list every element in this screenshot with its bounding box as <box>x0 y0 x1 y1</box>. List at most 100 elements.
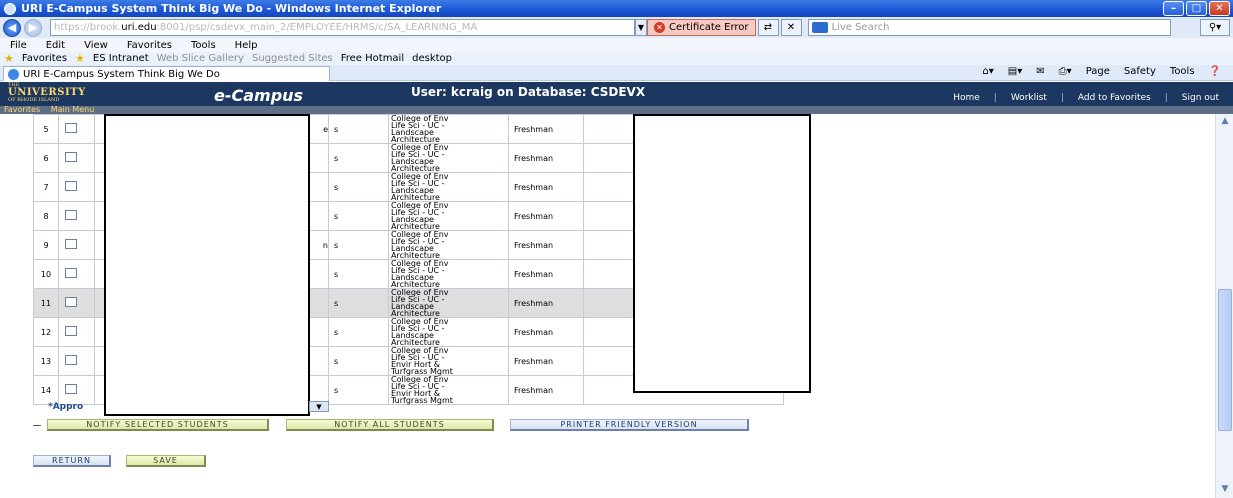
menu-edit[interactable]: Edit <box>46 40 65 51</box>
fav-free-hotmail[interactable]: Free Hotmail <box>341 53 404 64</box>
user-database-label: User: kcraig on Database: CSDEVX <box>411 85 646 99</box>
fav-suggested-sites[interactable]: Suggested Sites <box>252 53 333 64</box>
college-line: Architecture <box>391 280 440 289</box>
window-title-bar: URI E-Campus System Think Big We Do - Wi… <box>0 0 1233 17</box>
mail-icon[interactable]: ✉ <box>1036 66 1044 77</box>
printer-friendly-button[interactable]: PRINTER FRIENDLY VERSION <box>510 419 749 431</box>
academic-level: Freshman <box>508 259 584 289</box>
college-program: College of Env Life Sci - UC - Landscape Ar… <box>388 172 509 202</box>
cmd-page[interactable]: Page <box>1086 66 1110 77</box>
save-button[interactable]: SAVE <box>126 455 206 467</box>
row-checkbox <box>58 259 95 289</box>
fav-es-intranet[interactable]: ES Intranet <box>93 53 149 64</box>
student-status: s <box>328 114 389 144</box>
cmd-tools[interactable]: Tools <box>1170 66 1195 77</box>
student-status: s <box>328 375 389 405</box>
select-checkbox[interactable] <box>65 181 77 191</box>
select-checkbox[interactable] <box>65 268 77 278</box>
scroll-down-icon[interactable]: ▼ <box>1218 484 1232 496</box>
forward-button[interactable]: ▶ <box>24 18 42 37</box>
college-line: Turfgrass Mgmt <box>391 367 453 376</box>
url-domain: uri.edu <box>121 22 157 33</box>
link-sign-out[interactable]: Sign out <box>1182 93 1219 103</box>
url-prefix: https://brook. <box>54 22 122 33</box>
select-checkbox[interactable] <box>65 123 77 133</box>
tab-title: URI E-Campus System Think Big We Do <box>23 68 220 80</box>
certificate-error-button[interactable]: ✕ Certificate Error <box>647 19 756 36</box>
academic-level: Freshman <box>508 375 584 405</box>
row-number: 11 <box>33 288 59 318</box>
menu-view[interactable]: View <box>84 40 108 51</box>
row-checkbox <box>58 143 95 173</box>
help-icon[interactable]: ❓ <box>1209 66 1221 77</box>
link-add-favorites[interactable]: Add to Favorites <box>1078 93 1151 103</box>
academic-level: Freshman <box>508 288 584 318</box>
select-checkbox[interactable] <box>65 384 77 394</box>
scroll-thumb[interactable] <box>1218 289 1232 431</box>
menu-favorites[interactable]: Favorites <box>127 40 172 51</box>
window-controls: – □ ✕ <box>1163 1 1230 16</box>
select-checkbox[interactable] <box>65 239 77 249</box>
address-dropdown-icon[interactable]: ▼ <box>635 19 647 36</box>
select-checkbox[interactable] <box>65 210 77 220</box>
college-program: College of Env Life Sci - UC - Landscape Ar… <box>388 201 509 231</box>
row-number: 13 <box>33 346 59 376</box>
tab-ecampus[interactable]: URI E-Campus System Think Big We Do <box>3 66 330 81</box>
back-button[interactable]: ◀ <box>3 18 21 37</box>
vertical-scrollbar[interactable]: ▲ ▼ <box>1215 114 1233 498</box>
command-bar: ⌂▾ ▤▾ ✉ ⎙▾ Page Safety Tools ❓ <box>982 66 1221 77</box>
college-program: College of Env Life Sci - UC - Landscape Ar… <box>388 143 509 173</box>
row-number: 10 <box>33 259 59 289</box>
link-worklist[interactable]: Worklist <box>1011 93 1047 103</box>
select-checkbox[interactable] <box>65 297 77 307</box>
row-number: 14 <box>33 375 59 405</box>
link-home[interactable]: Home <box>953 93 980 103</box>
menu-bar: File Edit View Favorites Tools Help <box>0 38 1233 52</box>
approve-dropdown-icon[interactable]: ▼ <box>309 401 329 412</box>
menu-file[interactable]: File <box>10 40 27 51</box>
college-line: Architecture <box>391 222 440 231</box>
tab-row: URI E-Campus System Think Big We Do ⌂▾ ▤… <box>0 65 1233 81</box>
notify-selected-button[interactable]: NOTIFY SELECTED STUDENTS <box>47 419 269 431</box>
search-icon[interactable]: ⚲▾ <box>1200 19 1230 36</box>
cert-error-icon: ✕ <box>654 22 665 33</box>
menu-help[interactable]: Help <box>235 40 258 51</box>
refresh-icon[interactable]: ⇄ <box>757 19 779 36</box>
row-number: 9 <box>33 230 59 260</box>
college-line: Turfgrass Mgmt <box>391 396 453 405</box>
notify-all-button[interactable]: NOTIFY ALL STUDENTS <box>286 419 494 431</box>
add-favorite-icon[interactable]: ★ <box>75 52 85 65</box>
row-checkbox <box>58 375 95 405</box>
menu-tools[interactable]: Tools <box>191 40 216 51</box>
maximize-icon[interactable]: □ <box>1186 1 1207 16</box>
college-line: Architecture <box>391 338 440 347</box>
favorites-button[interactable]: Favorites <box>22 53 67 64</box>
select-checkbox[interactable] <box>65 152 77 162</box>
feeds-icon[interactable]: ▤▾ <box>1008 66 1022 77</box>
crumb-favorites[interactable]: Favorites <box>4 105 40 114</box>
crumb-main-menu[interactable]: Main Menu <box>51 105 95 114</box>
scroll-up-icon[interactable]: ▲ <box>1218 116 1232 128</box>
row-checkbox <box>58 114 95 144</box>
stop-icon[interactable]: ✕ <box>780 19 802 36</box>
fav-web-slice-gallery[interactable]: Web Slice Gallery <box>157 53 244 64</box>
ie-logo-icon <box>4 2 16 15</box>
print-icon[interactable]: ⎙▾ <box>1059 66 1072 77</box>
main-content: 5 e s College of Env Life Sci - UC - Landscap… <box>0 114 1215 498</box>
student-status: s <box>328 201 389 231</box>
live-search-input[interactable]: Live Search <box>807 19 1171 36</box>
return-button[interactable]: RETURN <box>33 455 111 467</box>
fav-desktop[interactable]: desktop <box>412 53 452 64</box>
select-checkbox[interactable] <box>65 355 77 365</box>
minimize-icon[interactable]: – <box>1163 1 1184 16</box>
row-number: 12 <box>33 317 59 347</box>
college-program: College of Env Life Sci - UC - Envir Hort … <box>388 346 509 376</box>
home-icon[interactable]: ⌂▾ <box>982 66 993 77</box>
academic-level: Freshman <box>508 172 584 202</box>
cert-error-label: Certificate Error <box>669 22 749 33</box>
cmd-safety[interactable]: Safety <box>1124 66 1156 77</box>
select-checkbox[interactable] <box>65 326 77 336</box>
address-input[interactable]: https://brook. uri.edu:8001/psp/csdevx_ma… <box>50 19 635 36</box>
close-icon[interactable]: ✕ <box>1209 1 1230 16</box>
row-checkbox <box>58 230 95 260</box>
